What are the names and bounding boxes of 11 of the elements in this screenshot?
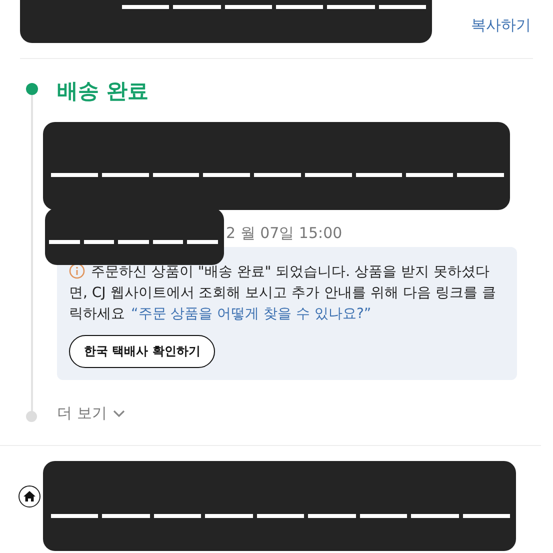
home-icon	[18, 485, 41, 508]
chevron-icon	[112, 410, 125, 418]
help-link[interactable]: “주문 상품을 어떻게 찾을 수 있나요?”	[131, 306, 372, 322]
status-title: 배송 완료	[57, 79, 150, 103]
courier-button[interactable]: 한국 택배사 확인하기	[69, 335, 216, 368]
info-icon	[69, 263, 85, 279]
timestamp: 2 월 07일 15:00	[226, 223, 344, 243]
more-button[interactable]: 더 보기	[57, 404, 125, 423]
copy-link[interactable]: 복사하기	[471, 16, 531, 35]
timeline-dot	[26, 411, 37, 422]
notice-text: 주문하신 상품이 "배송 완료" 되었습니다. 상품을 받지 못하셨다면, CJ 웹사이트에서 조회해 보시고 추가 안내를 위해 다음 링크를 클릭하세요 “주문 상품을 어떻게 찾을 수 있나요?”	[69, 262, 497, 324]
